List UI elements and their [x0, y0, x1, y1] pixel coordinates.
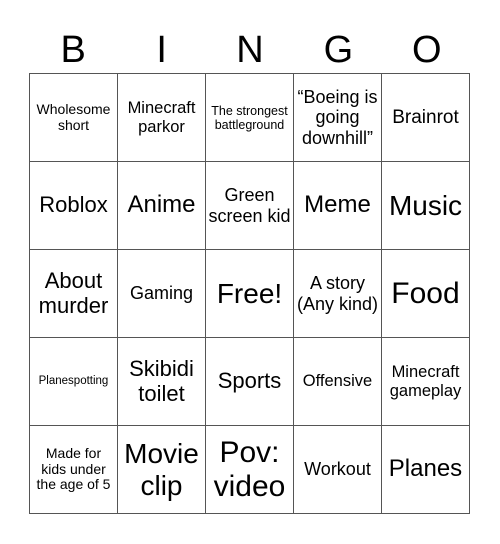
header-letter-g: G: [323, 29, 354, 71]
bingo-cell[interactable]: Made for kids under the age of 5: [30, 426, 118, 514]
header-letter-n: N: [236, 29, 264, 71]
bingo-cell[interactable]: “Boeing is going downhill”: [294, 74, 382, 162]
bingo-cell[interactable]: Minecraft parkor: [118, 74, 206, 162]
bingo-cell[interactable]: Green screen kid: [206, 162, 294, 250]
bingo-cell[interactable]: Roblox: [30, 162, 118, 250]
bingo-cell[interactable]: Workout: [294, 426, 382, 514]
bingo-cell[interactable]: Gaming: [118, 250, 206, 338]
header-letter-b: B: [60, 29, 86, 71]
bingo-cell[interactable]: Food: [382, 250, 470, 338]
bingo-cell[interactable]: The strongest battleground: [206, 74, 294, 162]
bingo-cell[interactable]: Planes: [382, 426, 470, 514]
bingo-cell[interactable]: Wholesome short: [30, 74, 118, 162]
bingo-cell[interactable]: Planespotting: [30, 338, 118, 426]
header-letter-o: O: [412, 29, 442, 71]
bingo-cell[interactable]: Meme: [294, 162, 382, 250]
bingo-cell[interactable]: Pov: video: [206, 426, 294, 514]
bingo-cell[interactable]: A story (Any kind): [294, 250, 382, 338]
bingo-cell[interactable]: Minecraft gameplay: [382, 338, 470, 426]
bingo-cell[interactable]: Skibidi toilet: [118, 338, 206, 426]
bingo-cell[interactable]: Sports: [206, 338, 294, 426]
bingo-cell[interactable]: Music: [382, 162, 470, 250]
free-space[interactable]: Free!: [206, 250, 294, 338]
bingo-header: B I N G O: [29, 28, 471, 72]
bingo-card: Wholesome short Minecraft parkor The str…: [29, 73, 470, 514]
bingo-cell[interactable]: Offensive: [294, 338, 382, 426]
bingo-cell[interactable]: Movie clip: [118, 426, 206, 514]
bingo-cell[interactable]: Anime: [118, 162, 206, 250]
bingo-cell[interactable]: Brainrot: [382, 74, 470, 162]
header-letter-i: I: [156, 29, 167, 71]
bingo-cell[interactable]: About murder: [30, 250, 118, 338]
